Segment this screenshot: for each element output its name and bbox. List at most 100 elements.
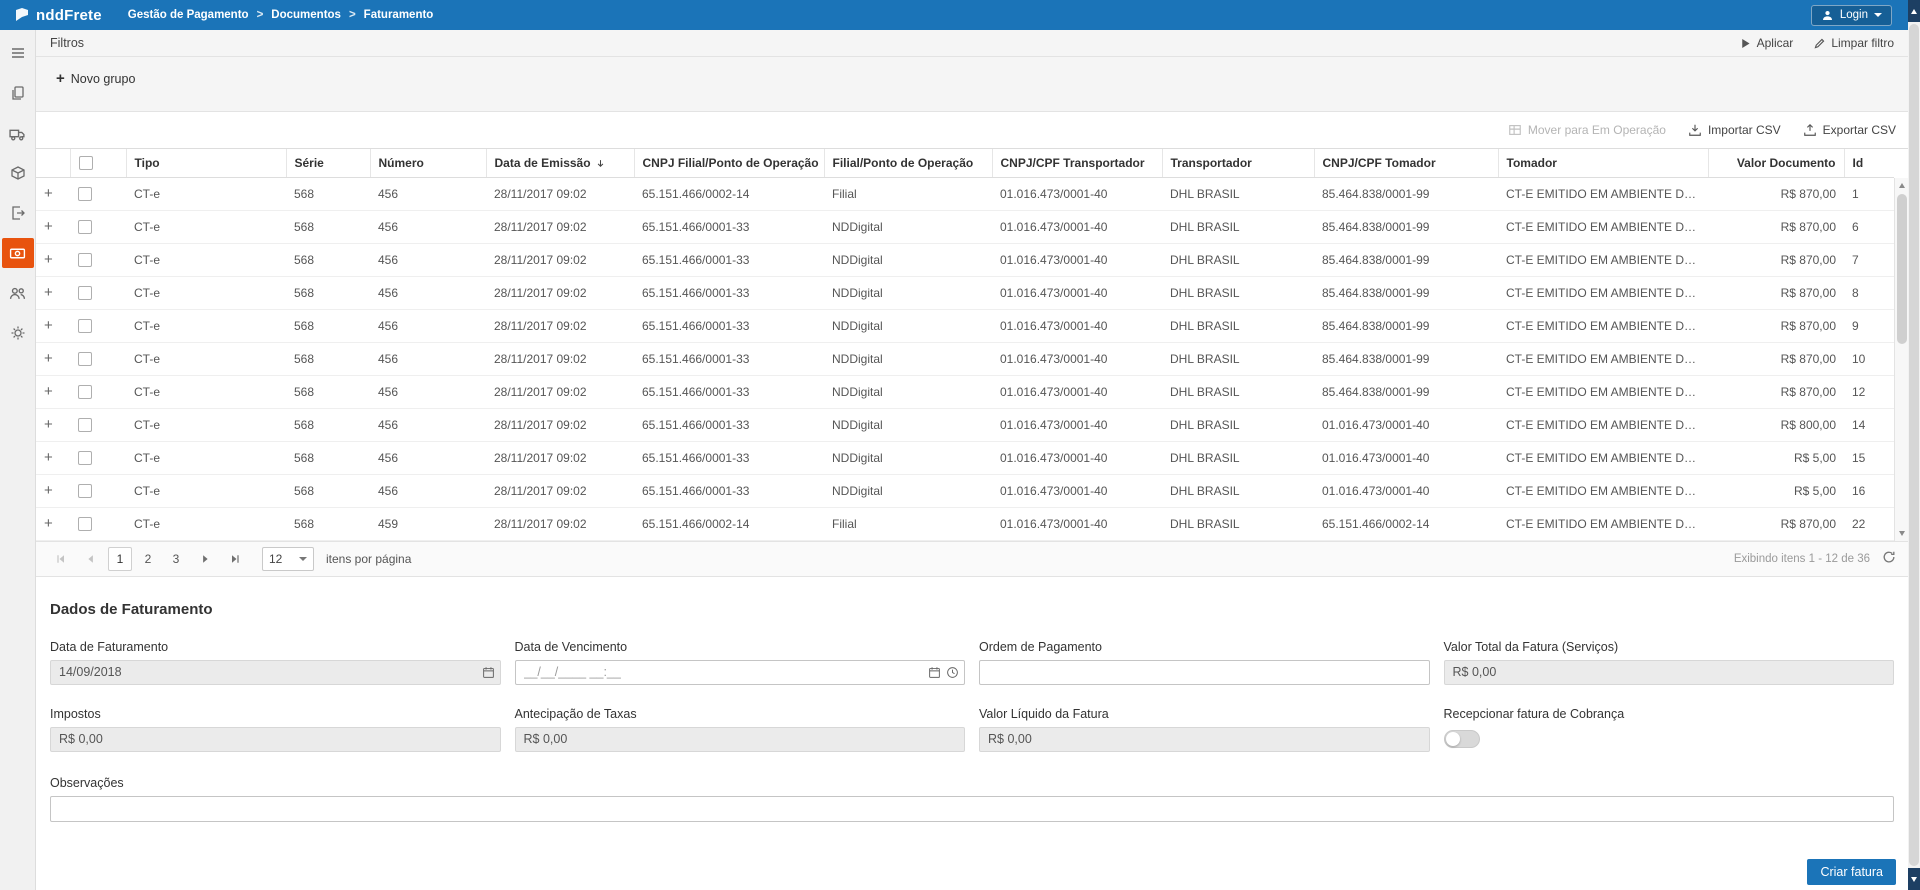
expand-row-icon[interactable]: + [44, 516, 53, 531]
page-button-1[interactable]: 1 [108, 546, 132, 571]
cell-tomador: CT-E EMITIDO EM AMBIENTE DE H... [1498, 243, 1708, 277]
cell-id: 22 [1844, 507, 1894, 541]
previous-page-button[interactable] [78, 547, 104, 571]
column-header-id[interactable]: Id [1844, 149, 1894, 178]
expand-row-icon[interactable]: + [44, 483, 53, 498]
row-checkbox[interactable] [78, 384, 92, 399]
expand-row-icon[interactable]: + [44, 384, 53, 399]
table-row[interactable]: + CT-e 568 456 28/11/2017 09:02 65.151.4… [36, 177, 1894, 211]
sidebar-item-users[interactable] [2, 278, 34, 308]
column-header-numero[interactable]: Número [370, 149, 487, 178]
table-row[interactable]: + CT-e 568 459 28/11/2017 09:02 65.151.4… [36, 507, 1894, 541]
recepcionar-toggle[interactable] [1443, 729, 1480, 748]
column-header-cnpj-transportador[interactable]: CNPJ/CPF Transportador [992, 149, 1163, 178]
page-button-3[interactable]: 3 [164, 547, 188, 571]
data-faturamento-input[interactable] [50, 659, 501, 685]
sidebar-item-dispatch[interactable] [2, 198, 34, 228]
column-header-filial[interactable]: Filial/Ponto de Operação [824, 149, 993, 178]
cell-transportador: DHL BRASIL [1162, 177, 1314, 211]
ordem-pagamento-input[interactable] [979, 659, 1430, 685]
expand-row-icon[interactable]: + [44, 417, 53, 432]
column-header-tipo[interactable]: Tipo [126, 149, 287, 178]
table-row[interactable]: + CT-e 568 456 28/11/2017 09:02 65.151.4… [36, 375, 1894, 409]
expand-row-icon[interactable]: + [44, 252, 53, 267]
table-row[interactable]: + CT-e 568 456 28/11/2017 09:02 65.151.4… [36, 210, 1894, 244]
new-group-button[interactable]: + Novo grupo [50, 67, 141, 90]
sidebar-item-payment-active[interactable] [1, 238, 34, 268]
clock-icon[interactable] [946, 666, 959, 679]
scroll-up-button[interactable] [1895, 178, 1908, 192]
page-scroll-down-button[interactable] [1908, 868, 1920, 890]
move-to-operation-button[interactable]: Mover para Em Operação [1508, 123, 1666, 137]
cell-serie: 568 [286, 408, 370, 442]
row-checkbox[interactable] [78, 450, 92, 465]
table-scrollbar-thumb[interactable] [1896, 194, 1907, 344]
page-scrollbar-thumb[interactable] [1909, 24, 1919, 866]
row-checkbox[interactable] [78, 516, 92, 531]
expand-row-icon[interactable]: + [44, 186, 53, 201]
column-header-serie[interactable]: Série [286, 149, 371, 178]
calendar-icon[interactable] [928, 666, 941, 679]
expand-row-icon[interactable]: + [44, 318, 53, 333]
column-header-cnpj-filial[interactable]: CNPJ Filial/Ponto de Operação [634, 149, 825, 178]
cell-cnpj-transportador: 01.016.473/0001-40 [992, 474, 1162, 508]
breadcrumb-item[interactable]: Documentos [271, 9, 341, 21]
sidebar-item-settings[interactable] [2, 318, 34, 348]
breadcrumb-item[interactable]: Faturamento [364, 9, 434, 21]
sidebar-item-transport[interactable] [2, 118, 34, 148]
sidebar-item-documents[interactable] [2, 78, 34, 108]
row-checkbox[interactable] [78, 417, 92, 432]
menu-toggle-button[interactable] [2, 38, 34, 68]
row-checkbox[interactable] [78, 252, 92, 267]
expand-row-icon[interactable]: + [44, 351, 53, 366]
row-checkbox[interactable] [78, 318, 92, 333]
column-header-valor[interactable]: Valor Documento [1708, 149, 1845, 178]
app-logo[interactable]: nddFrete [14, 7, 102, 24]
page-button-2[interactable]: 2 [136, 547, 160, 571]
data-vencimento-input[interactable] [514, 659, 965, 685]
table-row[interactable]: + CT-e 568 456 28/11/2017 09:02 65.151.4… [36, 408, 1894, 442]
scroll-down-button[interactable] [1895, 527, 1908, 541]
observacoes-input[interactable] [50, 795, 1894, 822]
row-checkbox[interactable] [78, 186, 92, 201]
row-checkbox[interactable] [78, 285, 92, 300]
calendar-icon[interactable] [482, 666, 495, 679]
table-row[interactable]: + CT-e 568 456 28/11/2017 09:02 65.151.4… [36, 309, 1894, 343]
select-all-checkbox[interactable] [78, 156, 93, 171]
row-checkbox[interactable] [78, 483, 92, 498]
create-invoice-button[interactable]: Criar fatura [1807, 859, 1896, 885]
sidebar-item-cargo[interactable] [2, 158, 34, 188]
apply-filter-button[interactable]: Aplicar [1739, 36, 1793, 50]
page-scroll-up-button[interactable] [1908, 0, 1920, 22]
column-header-transportador[interactable]: Transportador [1162, 149, 1315, 178]
cell-tipo: CT-e [126, 408, 286, 442]
breadcrumb-item[interactable]: Gestão de Pagamento [128, 9, 249, 21]
table-row[interactable]: + CT-e 568 456 28/11/2017 09:02 65.151.4… [36, 342, 1894, 376]
column-header-data-emissao[interactable]: Data de Emissão [486, 149, 635, 178]
table-row[interactable]: + CT-e 568 456 28/11/2017 09:02 65.151.4… [36, 243, 1894, 277]
expand-row-icon[interactable]: + [44, 285, 53, 300]
row-checkbox[interactable] [78, 219, 92, 234]
page-scrollbar[interactable] [1908, 0, 1920, 890]
column-header-tomador[interactable]: Tomador [1498, 149, 1709, 178]
cell-cnpj-tomador: 85.464.838/0001-99 [1314, 342, 1498, 376]
last-page-button[interactable] [222, 547, 248, 571]
first-page-button[interactable] [48, 547, 74, 571]
login-button[interactable]: Login [1810, 4, 1892, 26]
refresh-button[interactable] [1882, 550, 1896, 567]
next-page-button[interactable] [192, 547, 218, 571]
table-scrollbar[interactable] [1894, 178, 1908, 541]
pager-status: Exibindo itens 1 - 12 de 36 [1733, 552, 1870, 565]
export-csv-button[interactable]: Exportar CSV [1803, 123, 1896, 137]
expand-row-icon[interactable]: + [44, 450, 53, 465]
clear-filter-button[interactable]: Limpar filtro [1813, 36, 1894, 50]
table-row[interactable]: + CT-e 568 456 28/11/2017 09:02 65.151.4… [36, 441, 1894, 475]
table-row[interactable]: + CT-e 568 456 28/11/2017 09:02 65.151.4… [36, 276, 1894, 310]
row-checkbox[interactable] [78, 351, 92, 366]
column-header-cnpj-tomador[interactable]: CNPJ/CPF Tomador [1314, 149, 1499, 178]
expand-row-icon[interactable]: + [44, 219, 53, 234]
page-size-select[interactable]: 12 [262, 546, 314, 571]
table-row[interactable]: + CT-e 568 456 28/11/2017 09:02 65.151.4… [36, 474, 1894, 508]
import-csv-button[interactable]: Importar CSV [1688, 123, 1781, 137]
pager-right: Exibindo itens 1 - 12 de 36 [1734, 550, 1896, 567]
